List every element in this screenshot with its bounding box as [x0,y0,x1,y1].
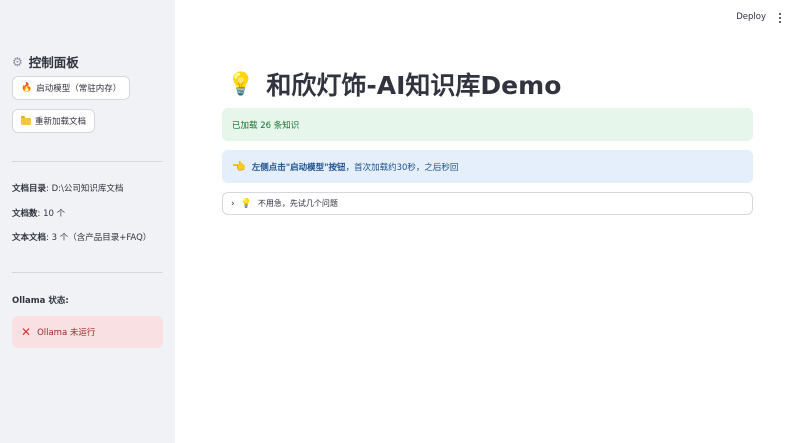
pointing-hand-icon: 👈 [232,160,246,173]
chevron-right-icon: › [231,198,235,209]
ollama-status-alert: ✕ Ollama 未运行 [12,316,163,348]
start-model-button[interactable]: 🔥 启动模型（常驻内存） [12,76,131,100]
reload-docs-button[interactable]: 重新加载文档 [12,109,96,133]
doc-dir-value: : D:\公司知识库文档 [46,184,124,194]
text-docs-label: 文本文档 [12,233,47,243]
doc-dir-label: 文档目录 [12,184,47,194]
info-text-bold: 左侧点击"启动模型"按钮 [251,162,346,173]
info-text: 左侧点击"启动模型"按钮，首次加载约30秒，之后秒回 [252,161,459,173]
x-mark-icon: ✕ [21,325,32,339]
doc-count-info: 文档数: 10 个 [12,207,65,219]
page-title: 💡 和欣灯饰-AI知识库Demo [227,66,561,102]
success-alert: 已加载 26 条知识 [222,108,753,141]
success-text: 已加载 26 条知识 [232,120,300,131]
start-model-label: 启动模型（常驻内存） [36,84,122,94]
expander-label: 不用急，先试几个问题 [257,199,338,208]
doc-dir-info: 文档目录: D:\公司知识库文档 [12,182,123,194]
main-content: Deploy 💡 和欣灯饰-AI知识库Demo 已加载 26 条知识 👈 左侧点… [175,0,800,443]
page-title-text: 和欣灯饰-AI知识库Demo [266,71,562,100]
ollama-status-text: Ollama 未运行 [37,328,96,338]
sidebar-divider [12,272,163,273]
sidebar-divider [12,161,163,162]
app: ⚙ 控制面板 🔥 启动模型（常驻内存） 重新加载文档 文档目录: D:\公司知识… [0,0,800,443]
fire-icon: 🔥 [21,83,33,93]
lightbulb-icon: 💡 [227,71,255,97]
folder-icon [21,116,31,125]
sidebar-title: ⚙ 控制面板 [12,52,79,71]
gear-icon: ⚙ [12,54,23,69]
info-alert: 👈 左侧点击"启动模型"按钮，首次加载约30秒，之后秒回 [222,150,753,183]
info-text-rest: ，首次加载约30秒，之后秒回 [345,162,459,173]
sidebar: ⚙ 控制面板 🔥 启动模型（常驻内存） 重新加载文档 文档目录: D:\公司知识… [0,0,175,443]
text-docs-info: 文本文档: 3 个（含产品目录+FAQ） [12,231,151,243]
lightbulb-icon: 💡 [240,198,252,209]
kebab-menu-icon[interactable] [777,11,783,25]
deploy-button[interactable]: Deploy [736,12,766,22]
doc-count-label: 文档数 [12,209,38,219]
sidebar-title-text: 控制面板 [28,55,79,70]
questions-expander[interactable]: › 💡 不用急，先试几个问题 [222,192,753,215]
ollama-status-label: Ollama 状态: [12,294,69,306]
text-docs-value: : 3 个（含产品目录+FAQ） [46,233,152,243]
ollama-status-label-text: Ollama 状态: [12,296,69,306]
doc-count-value: : 10 个 [37,209,66,219]
reload-docs-label: 重新加载文档 [35,117,87,127]
